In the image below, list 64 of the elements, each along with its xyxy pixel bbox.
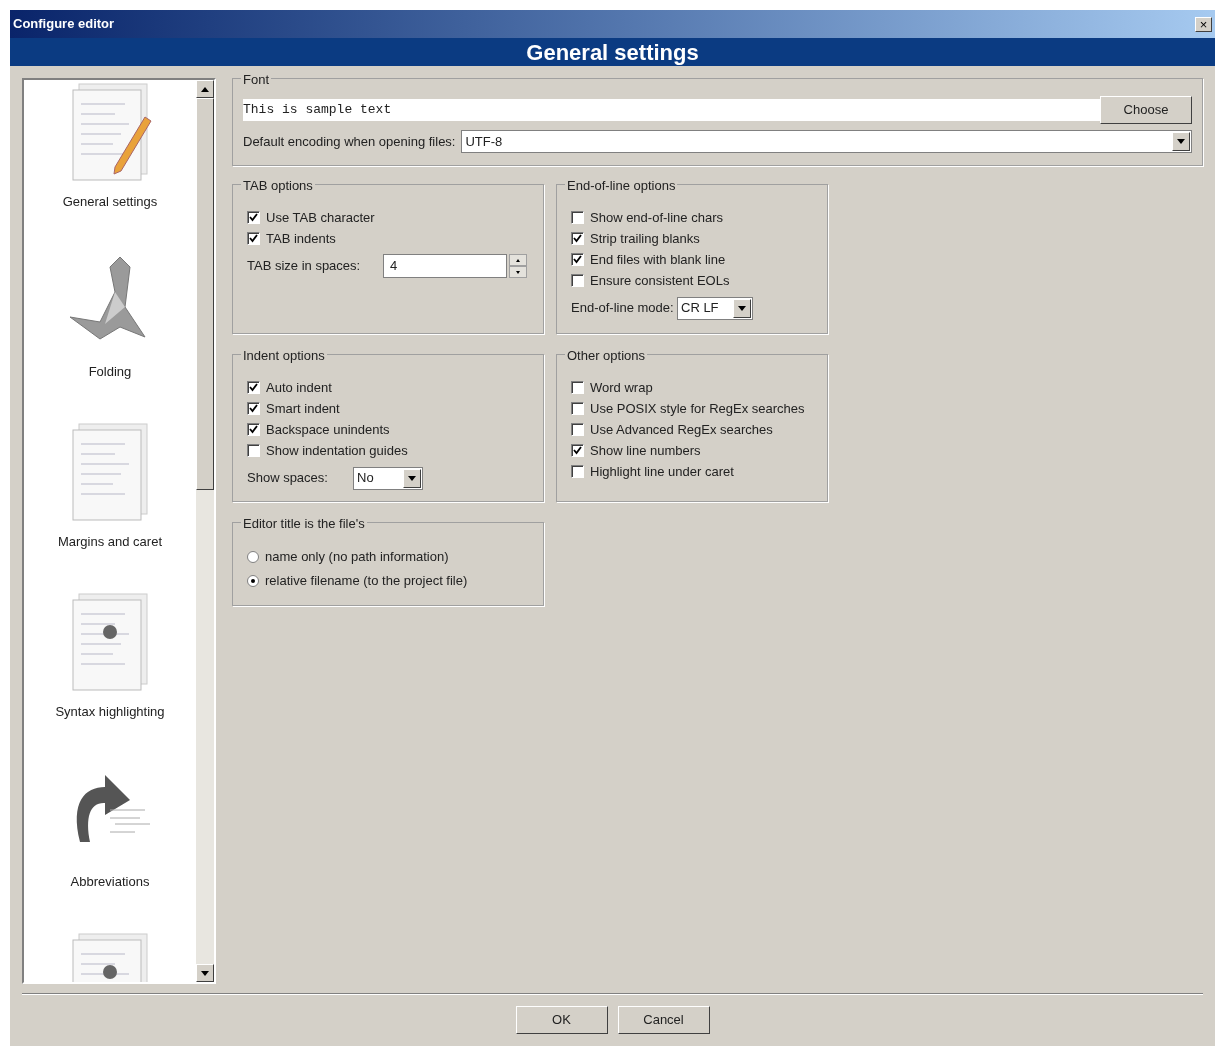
sidebar-item[interactable]: Abbreviations <box>24 760 196 930</box>
checkbox[interactable] <box>247 402 260 415</box>
choose-button[interactable]: Choose <box>1100 96 1192 124</box>
scrollbar[interactable] <box>196 80 214 982</box>
checkbox[interactable] <box>571 232 584 245</box>
checkbox-label: Use POSIX style for RegEx searches <box>590 399 805 418</box>
scroll-thumb[interactable] <box>196 98 214 490</box>
radio-button[interactable] <box>247 551 259 563</box>
dropdown[interactable]: CR LF <box>677 296 753 320</box>
font-sample: This is sample text <box>243 99 1100 121</box>
checkbox[interactable] <box>247 444 260 457</box>
radio-label: name only (no path information) <box>265 548 449 567</box>
checkbox-label: Show indentation guides <box>266 441 408 460</box>
checkbox[interactable] <box>571 444 584 457</box>
dropdown[interactable]: No <box>353 466 423 490</box>
spin-arrows-icon[interactable] <box>509 254 527 278</box>
sidebar-item[interactable]: General settings <box>24 80 196 250</box>
page-heading: General settings <box>526 38 699 67</box>
field-label: End-of-line mode: <box>571 299 675 318</box>
window-title: Configure editor <box>13 15 115 34</box>
checkbox[interactable] <box>571 274 584 287</box>
checkbox-label: Smart indent <box>266 399 340 418</box>
checkbox-label: Highlight line under caret <box>590 462 734 481</box>
checkbox-label: End files with blank line <box>590 250 726 269</box>
field-label: Default encoding when opening files: <box>243 132 456 151</box>
dialog-button[interactable]: OK <box>515 1006 608 1034</box>
checkbox-label: Show line numbers <box>590 441 701 460</box>
scroll-down-button[interactable] <box>196 964 214 982</box>
caret-down-icon <box>1177 139 1185 144</box>
checkbox[interactable] <box>571 423 584 436</box>
dialog-button[interactable]: Cancel <box>617 1006 710 1034</box>
checkbox[interactable] <box>571 253 584 266</box>
checkbox-label: Ensure consistent EOLs <box>590 271 730 290</box>
sidebar-item[interactable]: Margins and caret <box>24 420 196 590</box>
checkbox[interactable] <box>247 381 260 394</box>
scroll-up-button[interactable] <box>196 80 214 98</box>
sidebar-item[interactable]: Syntax highlighting <box>24 590 196 760</box>
checkbox[interactable] <box>247 423 260 436</box>
caret-down-icon <box>408 475 416 481</box>
field-label: Show spaces: <box>247 469 329 488</box>
checkbox-label: Use TAB character <box>266 208 375 227</box>
checkbox-label: Backspace unindents <box>266 420 390 439</box>
caret-down-icon <box>201 970 209 976</box>
checkbox[interactable] <box>247 232 260 245</box>
dropdown[interactable]: UTF-8 <box>461 130 1192 153</box>
caret-up-icon <box>201 86 209 92</box>
caret-down-icon <box>737 305 746 311</box>
checkbox-label: Strip trailing blanks <box>590 229 700 248</box>
checkbox-label: TAB indents <box>266 229 336 248</box>
spin-field[interactable]: 4 <box>383 254 507 278</box>
checkbox[interactable] <box>571 402 584 415</box>
radio-label: relative filename (to the project file) <box>265 572 468 591</box>
radio-button[interactable] <box>247 575 259 587</box>
checkbox-label: Use Advanced RegEx searches <box>590 420 773 439</box>
checkbox[interactable] <box>247 211 260 224</box>
close-button[interactable]: × <box>1195 16 1212 32</box>
field-label: TAB size in spaces: <box>247 257 362 276</box>
checkbox[interactable] <box>571 381 584 394</box>
checkbox-label: Word wrap <box>590 378 653 397</box>
checkbox-label: Show end-of-line chars <box>590 208 723 227</box>
sidebar-item[interactable]: Folding <box>24 250 196 420</box>
checkbox-label: Auto indent <box>266 378 332 397</box>
checkbox[interactable] <box>571 465 584 478</box>
checkbox[interactable] <box>571 211 584 224</box>
